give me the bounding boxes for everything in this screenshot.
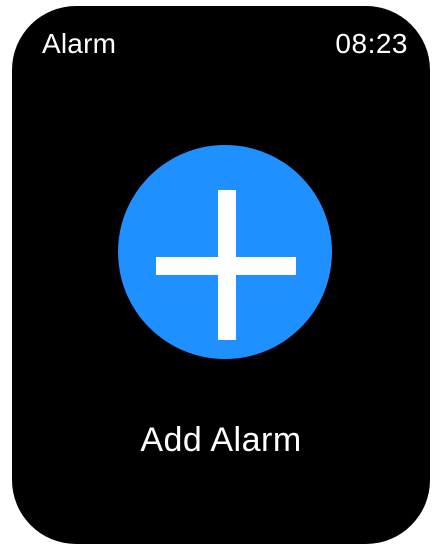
add-alarm-button[interactable] — [118, 145, 332, 359]
app-title: Alarm — [42, 28, 117, 59]
plus-icon-horizontal-bar — [156, 257, 296, 275]
status-bar: Alarm 08:23 — [12, 6, 430, 66]
add-alarm-label: Add Alarm — [140, 421, 302, 459]
plus-icon — [156, 190, 296, 340]
clock-time: 08:23 — [335, 28, 408, 59]
watch-screen: Alarm 08:23 Add Alarm — [12, 6, 430, 544]
